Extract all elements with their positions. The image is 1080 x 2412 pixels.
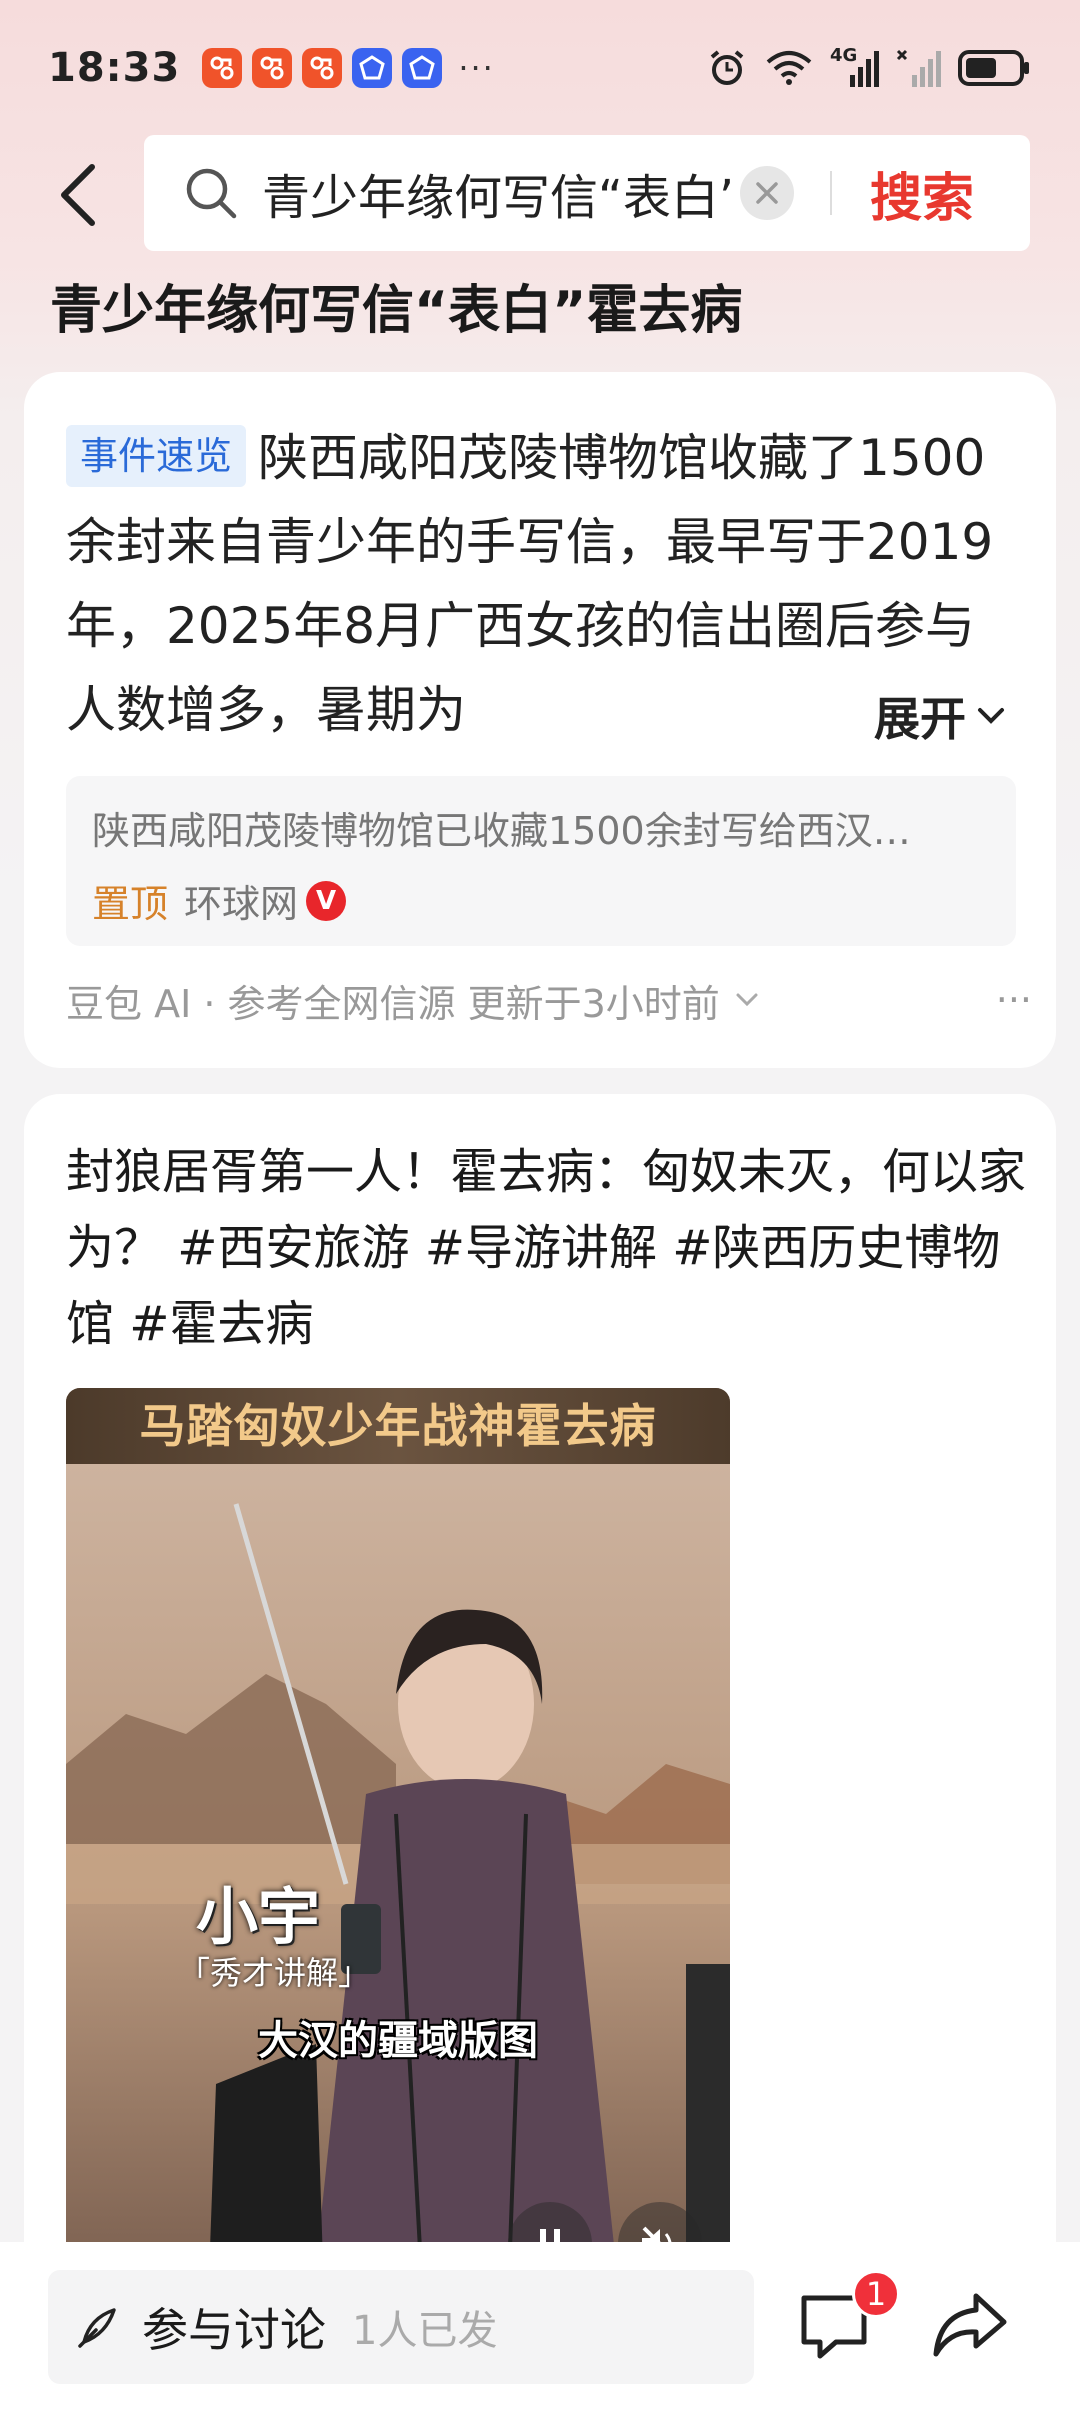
pinned-label: 置顶: [92, 882, 169, 926]
system-icons: 4G: [706, 44, 1032, 89]
ai-summary-card: 事件速览 陕西咸阳茂陵博物馆收藏了1500余封来自青少年的手写信，最早写于2019…: [24, 372, 1056, 1068]
status-bar: 18:33 ··· 4G: [0, 0, 1080, 135]
page: 18:33 ··· 4G 青少年缘何写信“表白 搜索 青少年缘何写信“表白”霍去…: [0, 0, 1080, 2412]
comment-input[interactable]: 参与讨论 1人已发: [48, 2270, 754, 2384]
close-icon: [756, 182, 778, 204]
video-banner: 马踏匈奴少年战神霍去病: [66, 1388, 730, 1464]
video-player[interactable]: 马踏匈奴少年战神霍去病 小宇 「秀才讲解」 大汉的疆域版图: [66, 1388, 730, 2358]
more-notifications: ···: [458, 48, 495, 87]
cellular-signal-no-service-icon: [896, 47, 942, 89]
video-subtitle: 大汉的疆域版图: [258, 2018, 538, 2064]
video-post-card: 封狼居胥第一人！霍去病：匈奴未灭，何以家为？ #西安旅游 #导游讲解 #陕西历史…: [24, 1094, 1056, 2412]
share-button[interactable]: [930, 2288, 1010, 2364]
source-name: 环球网: [184, 882, 299, 926]
source-article[interactable]: 陕西咸阳茂陵博物馆已收藏1500余封写给西汉… 置顶 环球网 V: [66, 776, 1016, 946]
alarm-icon: [706, 47, 748, 89]
chevron-down-icon: [736, 993, 758, 1007]
more-options-button[interactable]: ···: [996, 978, 1032, 1022]
narrator-name: 小宇: [196, 1880, 321, 1953]
narrator-role: 「秀才讲解」: [178, 1954, 371, 1992]
source-title: 陕西咸阳茂陵博物馆已收藏1500余封写给西汉…: [92, 809, 911, 853]
pen-icon: [78, 2308, 116, 2348]
back-button[interactable]: [40, 157, 116, 233]
network-type-label: 4G: [830, 44, 858, 66]
app-orange-icon: [252, 47, 293, 88]
video-post-title[interactable]: 封狼居胥第一人！霍去病：匈奴未灭，何以家为？ #西安旅游 #导游讲解 #陕西历史…: [66, 1134, 1026, 1362]
ai-summary-footer: 豆包 AI · 参考全网信源 更新于3小时前 ···: [66, 970, 1032, 1030]
app-orange-icon: [302, 47, 343, 88]
source-meta: 置顶 环球网 V: [92, 873, 990, 928]
battery-icon: [958, 49, 1032, 86]
cellular-signal-icon: 4G: [830, 44, 880, 89]
clear-search-button[interactable]: [740, 166, 794, 220]
verified-badge: V: [306, 880, 347, 921]
event-overview-tag: 事件速览: [66, 425, 247, 487]
notification-icons: ···: [202, 47, 495, 88]
bottom-bar: 参与讨论 1人已发 1: [0, 2242, 1080, 2412]
divider: [830, 171, 832, 215]
page-title: 青少年缘何写信“表白”霍去病: [50, 281, 743, 341]
app-blue-icon: [352, 47, 393, 88]
search-icon: [186, 168, 237, 219]
back-arrow-icon: [61, 164, 95, 226]
wifi-icon: [764, 48, 814, 88]
search-row: 青少年缘何写信“表白”霍去病 搜索: [0, 135, 1080, 255]
chevron-down-icon: [978, 708, 1004, 724]
search-box[interactable]: 青少年缘何写信“表白”霍去病 搜索: [144, 135, 1030, 251]
search-button[interactable]: 搜索: [870, 156, 974, 231]
search-input[interactable]: 青少年缘何写信“表白”霍去病: [262, 158, 732, 228]
comment-badge: 1: [852, 2270, 900, 2318]
status-time: 18:33: [48, 44, 181, 91]
expand-label: 展开: [874, 692, 966, 746]
expand-button[interactable]: 展开: [794, 674, 1006, 758]
app-orange-icon: [202, 47, 243, 88]
comment-label: 参与讨论: [142, 2303, 326, 2357]
ai-source-info[interactable]: 豆包 AI · 参考全网信源 更新于3小时前: [66, 973, 720, 1028]
comment-count: 1人已发: [352, 2308, 498, 2354]
app-blue-icon: [402, 47, 443, 88]
